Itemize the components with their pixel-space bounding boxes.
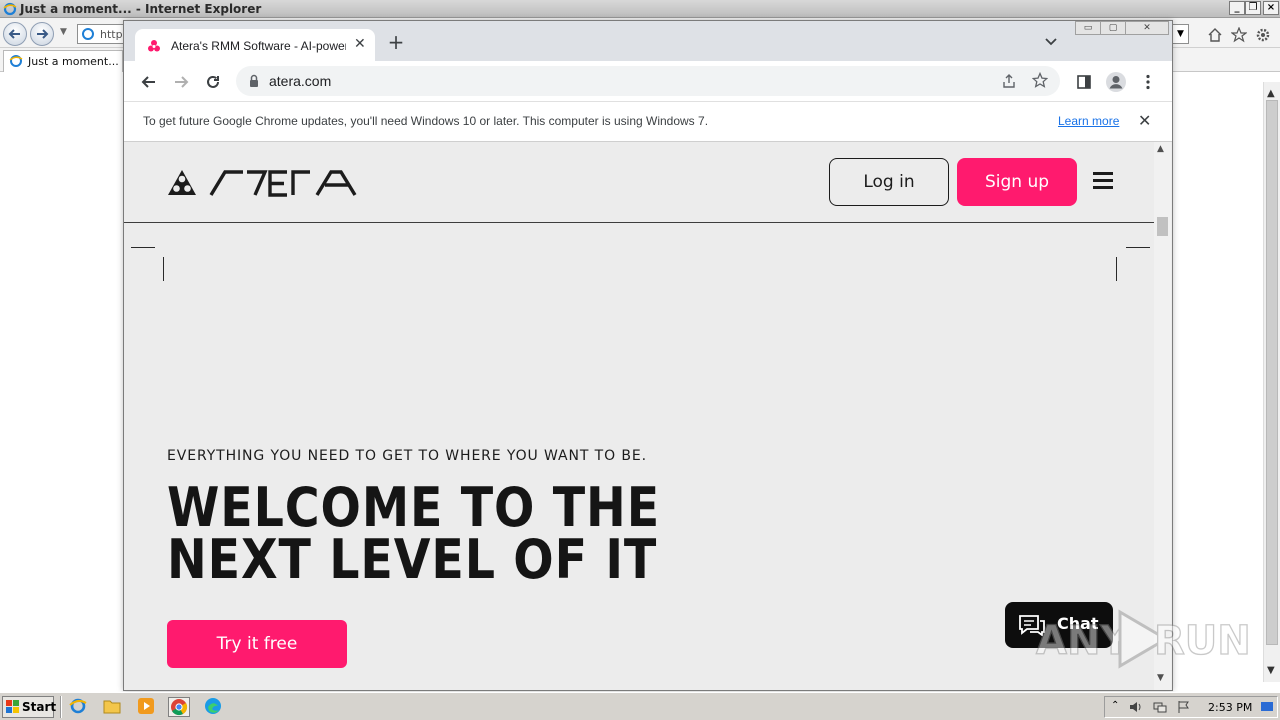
ie-titlebar: Just a moment... - Internet Explorer _ ❐… — [0, 0, 1280, 18]
taskbar-clock[interactable]: 2:53 PM — [1208, 701, 1252, 714]
hero-title-line-2: NEXT LEVEL OF IT — [167, 528, 658, 591]
omnibox[interactable]: atera.com — [236, 66, 1060, 96]
atera-favicon-icon — [148, 40, 160, 52]
scroll-up-icon[interactable]: ▲ — [1157, 144, 1164, 154]
ie-taskbar-icon[interactable] — [68, 697, 90, 717]
page-scroll-thumb[interactable] — [1157, 217, 1168, 236]
chrome-maximize-button[interactable]: ▢ — [1100, 21, 1126, 35]
anyrun-watermark: ANY RUN — [1035, 606, 1251, 672]
ie-tab[interactable]: Just a moment... — [3, 50, 123, 72]
signup-button[interactable]: Sign up — [957, 158, 1077, 206]
favorites-star-icon[interactable] — [1231, 27, 1247, 43]
hamburger-menu-icon[interactable] — [1093, 172, 1113, 190]
hero-kicker: EVERYTHING YOU NEED TO GET TO WHERE YOU … — [167, 448, 647, 464]
scroll-down-icon[interactable]: ▼ — [1157, 673, 1164, 683]
media-player-taskbar-icon[interactable] — [136, 697, 158, 717]
hero-title: WELCOME TO THE NEXT LEVEL OF IT — [167, 476, 713, 591]
side-panel-icon[interactable] — [1075, 73, 1093, 91]
learn-more-link[interactable]: Learn more — [1058, 114, 1119, 128]
infobar-close-icon[interactable]: ✕ — [1138, 111, 1151, 130]
update-infobar: To get future Google Chrome updates, you… — [124, 101, 1172, 142]
reload-icon[interactable] — [204, 73, 222, 91]
corner-mark-top-left — [131, 247, 155, 248]
ie-page-icon — [82, 28, 94, 40]
ie-scrollbar[interactable]: ▲ ▼ — [1263, 82, 1280, 682]
try-it-free-button[interactable]: Try it free — [167, 620, 347, 668]
home-icon[interactable] — [1207, 27, 1223, 43]
bookmark-star-icon[interactable] — [1032, 72, 1048, 88]
forward-arrow-icon — [37, 29, 49, 39]
tools-gear-icon[interactable] — [1255, 27, 1271, 43]
site-header: Log in Sign up — [124, 142, 1154, 223]
ie-scroll-thumb[interactable] — [1266, 100, 1278, 645]
chrome-close-button[interactable]: ✕ — [1125, 21, 1169, 35]
ie-history-dropdown-icon[interactable]: ▼ — [60, 27, 67, 37]
tab-close-icon[interactable]: ✕ — [354, 36, 366, 52]
chrome-toolbar: atera.com — [124, 61, 1172, 101]
ie-tab-icon — [9, 55, 23, 67]
lock-icon[interactable] — [248, 74, 260, 88]
profile-avatar-icon[interactable] — [1105, 71, 1127, 93]
atera-wordmark — [209, 170, 357, 197]
chrome-minimize-button[interactable]: ▭ — [1075, 21, 1101, 35]
ie-close-button[interactable]: × — [1263, 1, 1279, 15]
login-button[interactable]: Log in — [829, 158, 949, 206]
more-menu-icon[interactable] — [1139, 73, 1157, 91]
chrome-taskbar-icon[interactable] — [168, 697, 190, 717]
windows-flag-icon — [6, 700, 19, 713]
chrome-tab-active[interactable]: Atera's RMM Software - AI-powered ✕ — [135, 29, 375, 61]
taskbar-separator — [60, 696, 62, 718]
scroll-down-icon[interactable]: ▼ — [1267, 665, 1275, 676]
ie-tab-label: Just a moment... — [28, 55, 119, 68]
ie-logo-icon — [3, 2, 17, 16]
scroll-up-icon[interactable]: ▲ — [1267, 88, 1275, 99]
volume-icon[interactable] — [1129, 700, 1143, 714]
atera-logo[interactable] — [167, 168, 357, 198]
tray-expand-icon[interactable]: ⌃ — [1111, 700, 1125, 714]
ie-back-button[interactable] — [3, 22, 27, 46]
taskbar: Start ⌃ 2:53 PM — [0, 692, 1280, 720]
forward-arrow-icon[interactable] — [172, 73, 190, 91]
ie-restore-button[interactable]: ❐ — [1245, 1, 1261, 15]
ie-minimize-button[interactable]: _ — [1229, 1, 1245, 15]
start-label: Start — [22, 700, 57, 714]
ie-forward-button[interactable] — [30, 22, 54, 46]
edge-taskbar-icon[interactable] — [203, 697, 225, 717]
corner-mark-left — [163, 257, 164, 281]
tab-search-chevron-icon[interactable] — [1044, 37, 1058, 47]
new-tab-button[interactable]: + — [386, 32, 406, 53]
explorer-taskbar-icon[interactable] — [102, 697, 124, 717]
ie-address-dropdown-button[interactable]: ▼ — [1172, 24, 1189, 44]
atera-logo-mark-icon — [168, 170, 196, 195]
watermark-right-text: RUN — [1153, 617, 1251, 664]
system-tray: ⌃ 2:53 PM — [1104, 696, 1278, 718]
chrome-window: Atera's RMM Software - AI-powered ✕ + ▭ … — [123, 20, 1173, 691]
hero-title-line-1: WELCOME TO THE — [167, 476, 661, 539]
page-viewport: Log in Sign up EVERYTHING YOU NEED TO GE… — [124, 142, 1172, 690]
chrome-tab-title: Atera's RMM Software - AI-powered — [171, 39, 346, 53]
ie-window-title: Just a moment... - Internet Explorer — [20, 2, 262, 16]
show-desktop-icon[interactable] — [1260, 700, 1274, 714]
infobar-message: To get future Google Chrome updates, you… — [143, 114, 709, 128]
corner-mark-right — [1116, 257, 1117, 281]
back-arrow-icon[interactable] — [140, 73, 158, 91]
action-center-flag-icon[interactable] — [1177, 700, 1191, 714]
back-arrow-icon — [8, 29, 20, 39]
corner-mark-top-right — [1126, 247, 1150, 248]
start-button[interactable]: Start — [2, 696, 57, 718]
network-icon[interactable] — [1153, 700, 1167, 714]
chrome-tabstrip: Atera's RMM Software - AI-powered ✕ + ▭ … — [124, 21, 1172, 61]
share-icon[interactable] — [1001, 73, 1017, 89]
url-text: atera.com — [269, 73, 332, 89]
